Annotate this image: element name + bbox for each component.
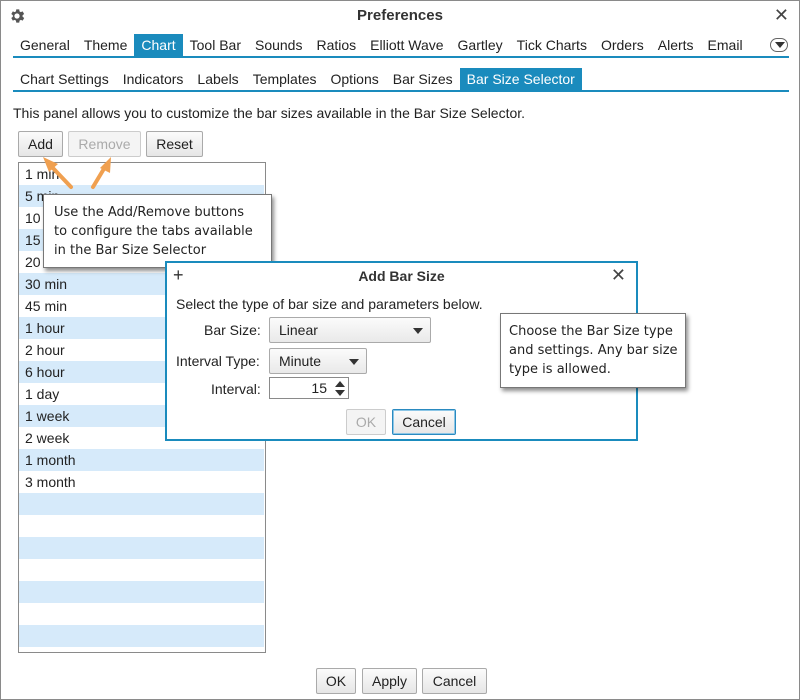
subtab-indicators[interactable]: Indicators (116, 68, 191, 90)
title-bar: Preferences ✕ (1, 1, 799, 31)
dialog-instruction: Select the type of bar size and paramete… (176, 296, 483, 312)
list-item (19, 625, 264, 647)
list-item (19, 515, 264, 537)
bar-size-select[interactable]: Linear (269, 317, 431, 343)
callout-line: and settings. Any bar size (509, 343, 678, 358)
spin-up-icon[interactable] (335, 381, 345, 387)
dialog-title: Add Bar Size (358, 268, 445, 284)
sub-tab-underline (13, 90, 789, 92)
tab-general[interactable]: General (13, 34, 77, 56)
list-item (19, 537, 264, 559)
callout-buttons-tip: Use the Add/Remove buttons to configure … (43, 194, 272, 268)
tab-alerts[interactable]: Alerts (651, 34, 701, 56)
list-item (19, 581, 264, 603)
tab-tool-bar[interactable]: Tool Bar (183, 34, 248, 56)
callout-line: type is allowed. (509, 362, 611, 377)
bar-size-label: Bar Size: (204, 322, 261, 338)
tab-email[interactable]: Email (701, 34, 750, 56)
list-item (19, 603, 264, 625)
main-tab-bar: General Theme Chart Tool Bar Sounds Ratios Ell… (13, 34, 750, 56)
subtab-templates[interactable]: Templates (246, 68, 324, 90)
subtab-chart-settings[interactable]: Chart Settings (13, 68, 116, 90)
interval-label: Interval: (211, 381, 261, 397)
chevron-down-icon (349, 359, 359, 365)
callout-dialog-tip: Choose the Bar Size type and settings. A… (500, 313, 686, 388)
sub-tab-bar: Chart Settings Indicators Labels Templates O… (13, 68, 582, 90)
tab-theme[interactable]: Theme (77, 34, 135, 56)
window-title: Preferences (357, 7, 443, 24)
tab-elliott-wave[interactable]: Elliott Wave (363, 34, 450, 56)
tab-ratios[interactable]: Ratios (309, 34, 363, 56)
subtab-bar-size-selector[interactable]: Bar Size Selector (459, 68, 582, 90)
more-tabs-button[interactable] (770, 38, 788, 52)
interval-spinner[interactable]: 15 (269, 377, 349, 399)
tab-tick-charts[interactable]: Tick Charts (510, 34, 594, 56)
subtab-labels[interactable]: Labels (190, 68, 245, 90)
tab-orders[interactable]: Orders (594, 34, 651, 56)
apply-button[interactable]: Apply (362, 668, 417, 694)
tab-gartley[interactable]: Gartley (451, 34, 510, 56)
panel-description: This panel allows you to customize the b… (13, 105, 526, 121)
list-item (19, 493, 264, 515)
cancel-button[interactable]: Cancel (422, 668, 487, 694)
list-item[interactable]: 1 min (19, 163, 264, 185)
main-tab-underline (13, 56, 789, 58)
spin-down-icon[interactable] (335, 390, 345, 396)
interval-type-label: Interval Type: (176, 353, 260, 369)
callout-line: Choose the Bar Size type (509, 324, 673, 339)
dialog-cancel-button[interactable]: Cancel (392, 409, 456, 435)
chevron-down-icon (413, 328, 423, 334)
callout-line: Use the Add/Remove buttons (54, 205, 244, 220)
remove-button[interactable]: Remove (68, 131, 141, 157)
callout-line: in the Bar Size Selector (54, 243, 207, 258)
preferences-window: Preferences ✕ General Theme Chart Tool Bar S… (0, 0, 800, 700)
callout-line: to configure the tabs available (54, 224, 253, 239)
close-icon[interactable]: ✕ (774, 5, 789, 25)
dialog-ok-button[interactable]: OK (346, 409, 386, 435)
interval-type-value: Minute (279, 353, 322, 369)
subtab-bar-sizes[interactable]: Bar Sizes (386, 68, 460, 90)
list-item (19, 559, 264, 581)
list-item[interactable]: 3 month (19, 471, 264, 493)
subtab-options[interactable]: Options (324, 68, 386, 90)
tab-chart[interactable]: Chart (134, 34, 183, 56)
list-item[interactable]: 1 month (19, 449, 264, 471)
dialog-close-icon[interactable]: ✕ (611, 265, 626, 286)
ok-button[interactable]: OK (316, 668, 356, 694)
interval-type-select[interactable]: Minute (269, 348, 367, 374)
bar-size-value: Linear (279, 322, 318, 338)
reset-button[interactable]: Reset (146, 131, 203, 157)
interval-value: 15 (311, 380, 327, 396)
add-button[interactable]: Add (18, 131, 63, 157)
chevron-down-icon (775, 42, 785, 48)
tab-sounds[interactable]: Sounds (248, 34, 309, 56)
